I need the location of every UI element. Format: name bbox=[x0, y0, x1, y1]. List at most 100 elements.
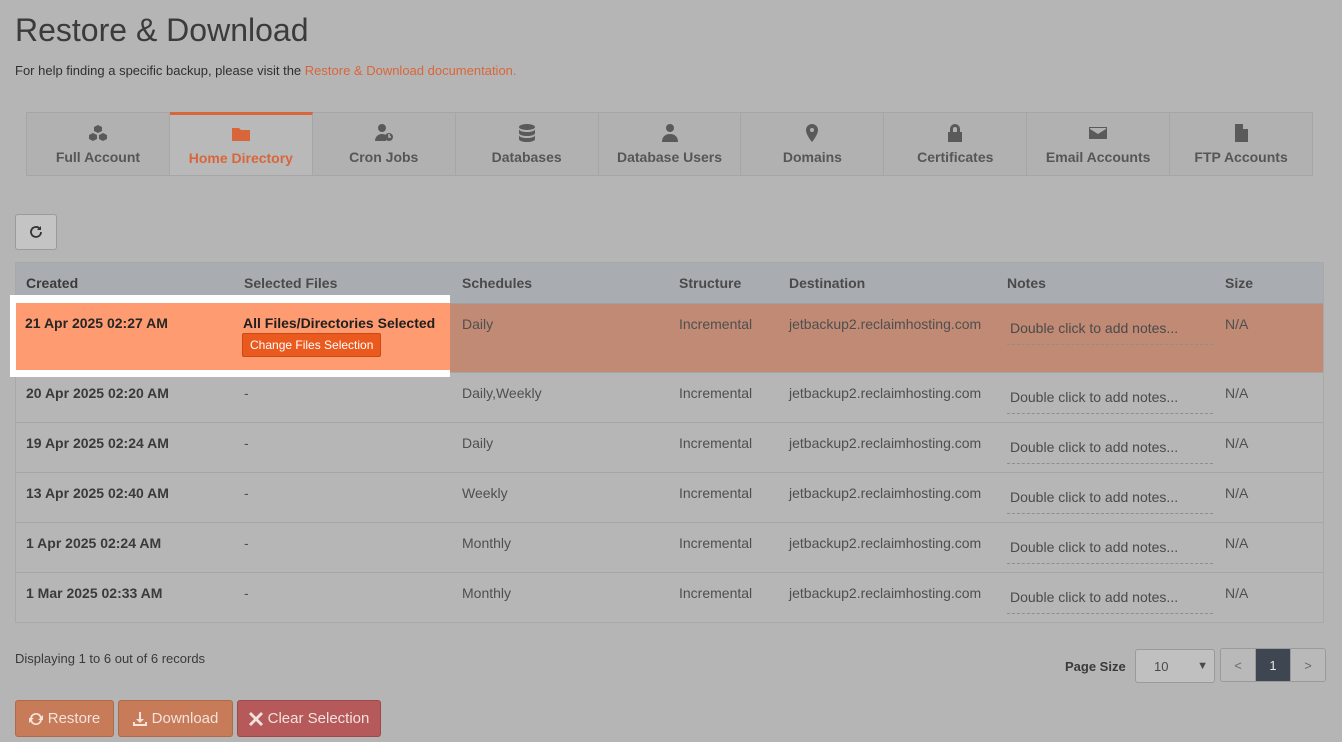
database-icon bbox=[518, 124, 535, 142]
destination-cell: jetbackup2.reclaimhosting.com bbox=[789, 385, 982, 401]
files-cell: - bbox=[244, 485, 249, 501]
close-icon bbox=[248, 711, 263, 726]
structure-cell: Incremental bbox=[679, 385, 753, 401]
table-row[interactable]: 1 Apr 2025 02:24 AM - Monthly Incrementa… bbox=[16, 523, 1323, 573]
cubes-icon bbox=[88, 125, 107, 141]
tab-label: Email Accounts bbox=[1045, 149, 1151, 165]
restore-label: Restore bbox=[47, 710, 101, 727]
folder-icon bbox=[231, 128, 250, 141]
header-structure[interactable]: Structure bbox=[669, 275, 779, 291]
page-1-button[interactable]: 1 bbox=[1256, 649, 1291, 681]
structure-cell: Incremental bbox=[679, 585, 753, 601]
notes-field[interactable]: Double click to add notes... bbox=[1007, 314, 1213, 345]
page-title: Restore & Download bbox=[15, 12, 309, 48]
tab-ftp-accounts[interactable]: FTP Accounts bbox=[1170, 113, 1312, 175]
download-label: Download bbox=[151, 710, 219, 727]
files-cell: - bbox=[244, 435, 249, 451]
download-button[interactable]: Download bbox=[118, 700, 233, 737]
schedule-cell: Monthly bbox=[462, 535, 512, 551]
file-icon bbox=[1235, 124, 1249, 142]
created-cell: 20 Apr 2025 02:20 AM bbox=[26, 385, 169, 401]
help-prefix: For help finding a specific backup, plea… bbox=[15, 63, 305, 78]
user-tie-icon bbox=[661, 124, 678, 142]
tab-email-accounts[interactable]: Email Accounts bbox=[1027, 113, 1171, 175]
selected-row-highlight[interactable] bbox=[16, 303, 450, 370]
created-cell: 1 Mar 2025 02:33 AM bbox=[26, 585, 163, 601]
tab-cron-jobs[interactable]: Cron Jobs bbox=[313, 113, 456, 175]
user-clock-icon bbox=[374, 124, 393, 141]
tab-domains[interactable]: Domains bbox=[741, 113, 885, 175]
created-cell: 19 Apr 2025 02:24 AM bbox=[26, 435, 169, 451]
tab-full-account[interactable]: Full Account bbox=[27, 113, 170, 175]
notes-field[interactable]: Double click to add notes... bbox=[1007, 483, 1213, 514]
files-cell: - bbox=[244, 535, 249, 551]
header-notes[interactable]: Notes bbox=[997, 275, 1215, 291]
created-cell: 13 Apr 2025 02:40 AM bbox=[26, 485, 169, 501]
chevron-down-icon: ▼ bbox=[1197, 660, 1208, 672]
created-cell: 21 Apr 2025 02:27 AM bbox=[25, 315, 168, 331]
restore-button[interactable]: Restore bbox=[15, 700, 114, 737]
tab-database-users[interactable]: Database Users bbox=[599, 113, 742, 175]
help-text: For help finding a specific backup, plea… bbox=[15, 63, 517, 78]
tab-certificates[interactable]: Certificates bbox=[884, 113, 1028, 175]
notes-field[interactable]: Double click to add notes... bbox=[1007, 583, 1213, 614]
records-info: Displaying 1 to 6 out of 6 records bbox=[15, 651, 206, 666]
schedule-cell: Daily bbox=[462, 316, 494, 332]
page-size-label: Page Size bbox=[1065, 659, 1126, 674]
size-cell: N/A bbox=[1225, 535, 1249, 551]
schedule-cell: Weekly bbox=[462, 485, 508, 501]
files-cell: - bbox=[244, 585, 249, 601]
table-row[interactable]: 20 Apr 2025 02:20 AM - Daily,Weekly Incr… bbox=[16, 373, 1323, 423]
destination-cell: jetbackup2.reclaimhosting.com bbox=[789, 585, 982, 601]
envelope-icon bbox=[1089, 127, 1108, 139]
tab-home-directory[interactable]: Home Directory bbox=[169, 112, 313, 175]
page-size-value: 10 bbox=[1154, 658, 1169, 674]
tab-label: Cron Jobs bbox=[349, 149, 419, 165]
map-marker-icon bbox=[806, 124, 819, 142]
header-selected-files[interactable]: Selected Files bbox=[234, 275, 452, 291]
tab-label: Certificates bbox=[917, 149, 994, 165]
table-row[interactable]: 13 Apr 2025 02:40 AM - Weekly Incrementa… bbox=[16, 473, 1323, 523]
schedule-cell: Monthly bbox=[462, 585, 512, 601]
notes-field[interactable]: Double click to add notes... bbox=[1007, 533, 1213, 564]
tab-databases[interactable]: Databases bbox=[456, 113, 599, 175]
refresh-button[interactable] bbox=[15, 214, 57, 250]
tab-label: Database Users bbox=[616, 149, 723, 165]
size-cell: N/A bbox=[1225, 485, 1249, 501]
structure-cell: Incremental bbox=[679, 535, 753, 551]
destination-cell: jetbackup2.reclaimhosting.com bbox=[789, 485, 982, 501]
clear-selection-button[interactable]: Clear Selection bbox=[237, 700, 381, 737]
documentation-link[interactable]: Restore & Download documentation. bbox=[305, 63, 517, 78]
backup-type-tabs: Full Account Home Directory Cron Jobs Da… bbox=[26, 112, 1313, 176]
notes-field[interactable]: Double click to add notes... bbox=[1007, 383, 1213, 414]
tab-label: Full Account bbox=[55, 149, 141, 165]
header-size[interactable]: Size bbox=[1215, 275, 1323, 291]
header-created[interactable]: Created bbox=[16, 275, 234, 291]
header-schedules[interactable]: Schedules bbox=[452, 275, 669, 291]
refresh-icon bbox=[30, 226, 42, 238]
tab-label: Databases bbox=[491, 149, 562, 165]
tab-label: FTP Accounts bbox=[1194, 149, 1288, 165]
header-destination[interactable]: Destination bbox=[779, 275, 997, 291]
size-cell: N/A bbox=[1225, 585, 1249, 601]
size-cell: N/A bbox=[1225, 435, 1249, 451]
schedule-cell: Daily,Weekly bbox=[462, 385, 542, 401]
destination-cell: jetbackup2.reclaimhosting.com bbox=[789, 316, 982, 332]
created-cell: 1 Apr 2025 02:24 AM bbox=[26, 535, 162, 551]
files-cell: All Files/Directories Selected bbox=[243, 315, 436, 331]
prev-page-button[interactable]: < bbox=[1221, 649, 1256, 681]
structure-cell: Incremental bbox=[679, 485, 753, 501]
structure-cell: Incremental bbox=[679, 316, 753, 332]
page-size-select[interactable]: 10 ▼ bbox=[1135, 649, 1215, 683]
pagination: < 1 > bbox=[1220, 648, 1326, 682]
destination-cell: jetbackup2.reclaimhosting.com bbox=[789, 535, 982, 551]
structure-cell: Incremental bbox=[679, 435, 753, 451]
destination-cell: jetbackup2.reclaimhosting.com bbox=[789, 435, 982, 451]
next-page-button[interactable]: > bbox=[1291, 649, 1325, 681]
change-files-selection-button[interactable]: Change Files Selection bbox=[242, 333, 382, 357]
notes-field[interactable]: Double click to add notes... bbox=[1007, 433, 1213, 464]
download-icon bbox=[132, 711, 147, 726]
size-cell: N/A bbox=[1225, 385, 1249, 401]
table-row[interactable]: 1 Mar 2025 02:33 AM - Monthly Incrementa… bbox=[16, 573, 1323, 622]
table-row[interactable]: 19 Apr 2025 02:24 AM - Daily Incremental… bbox=[16, 423, 1323, 473]
